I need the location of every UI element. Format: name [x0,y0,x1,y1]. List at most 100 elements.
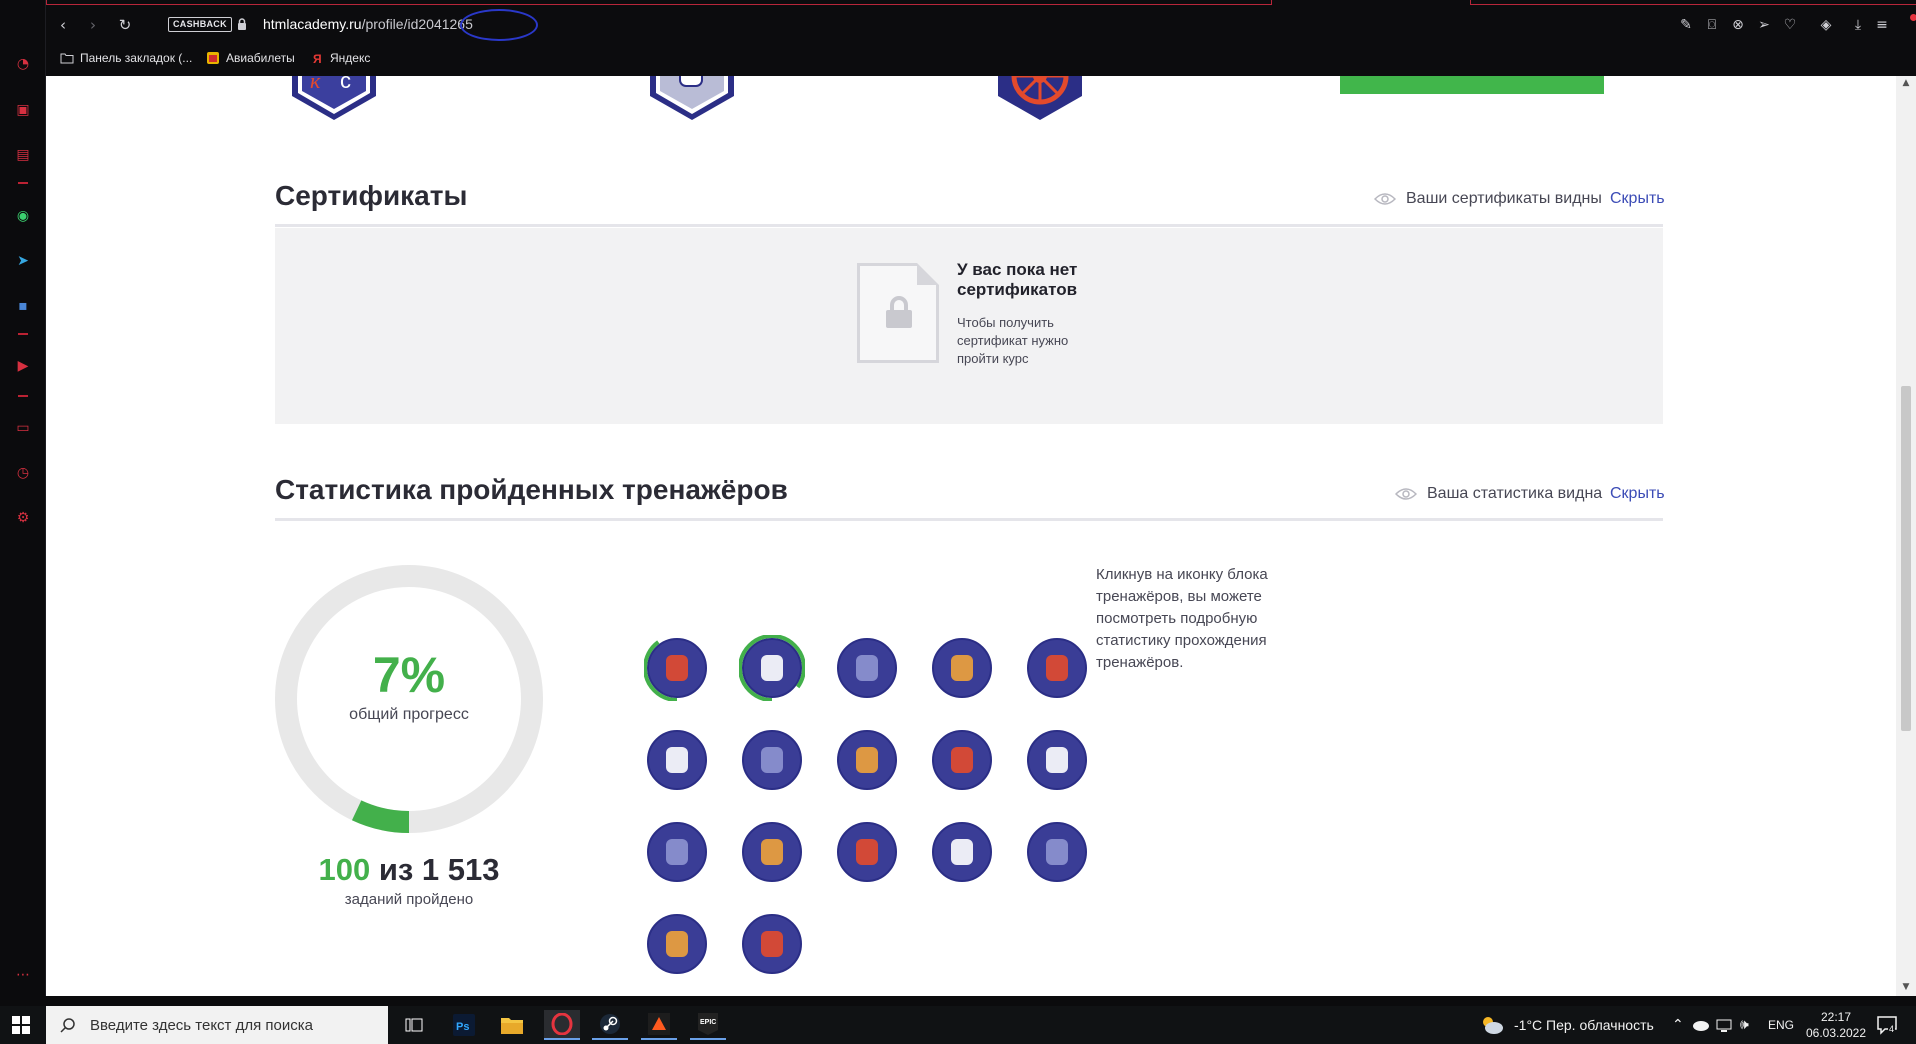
no-certificates-title: У вас пока нет сертификатов [957,260,1078,299]
tasks-separator: из [370,852,422,887]
weather-text[interactable]: -1°C Пер. облачность [1514,1017,1654,1033]
scroll-thumb[interactable] [1901,386,1911,731]
page-scrollbar[interactable]: ▲ ▼ [1896,76,1916,996]
send-icon[interactable]: ➢ [1754,15,1774,35]
steam-icon[interactable] [592,1010,628,1040]
tasks-total: 1 513 [421,852,500,887]
address-bar[interactable]: htmlacademy.ru/profile/id2041265 [263,16,473,32]
file-explorer-icon[interactable] [494,1010,530,1040]
trainer-php-clapper-icon[interactable] [929,635,995,701]
trainer-remote-control-icon[interactable] [929,819,995,885]
windows-taskbar: Введите здесь текст для поиска Ps EPIC -… [0,1006,1916,1044]
url-path: /profile/id2041265 [361,16,473,32]
heart-icon[interactable]: ♡ [1780,15,1800,35]
flow-icon[interactable]: ▭ [12,417,34,439]
trainer-field-icon[interactable] [834,727,900,793]
twitch-icon[interactable]: ▤ [12,144,34,166]
certificates-title: Сертификаты [275,180,468,211]
adblock-icon[interactable]: ⊗ [1728,15,1748,35]
telegram-icon[interactable]: ➤ [12,250,34,272]
photoshop-icon[interactable]: Ps [446,1010,482,1040]
notification-count: 4 [1888,1024,1896,1034]
trainer-fox-icon[interactable] [739,727,805,793]
weather-icon[interactable] [1480,1015,1504,1035]
extensions-cube-icon[interactable]: ◈ [1816,15,1836,35]
camera-icon[interactable]: ⌼ [1702,15,1722,35]
back-arrow-icon[interactable]: ‹ [52,14,74,36]
menu-icon[interactable]: ≡ [1872,15,1892,35]
tab-strip-outline [1470,0,1916,5]
trainer-traffic-light-icon[interactable] [644,635,710,701]
no-certificates-hint: Чтобы получить сертификат нужно пройти к… [957,315,1069,366]
edit-icon[interactable]: ✎ [1676,15,1696,35]
shopping-bag-icon[interactable]: ▣ [12,99,34,121]
svg-text:EPIC: EPIC [700,1019,716,1026]
more-dots-icon[interactable]: ⋯ [12,964,34,986]
trainer-anvil-icon[interactable] [1024,727,1090,793]
stats-hide-link[interactable]: Скрыть [1610,485,1665,503]
certificates-hide-link[interactable]: Скрыть [1610,190,1665,208]
sidebar-divider [18,333,28,335]
bookmark-avia[interactable]: Авиабилеты [206,50,295,66]
player-icon[interactable]: ▶ [12,355,34,377]
trainer-rubik-cube-icon[interactable] [834,819,900,885]
trainer-robot-head-icon[interactable] [1024,635,1090,701]
whatsapp-icon[interactable]: ◉ [12,205,34,227]
browser-toolbar: ‹ › ↻ CASHBACK htmlacademy.ru/profile/id… [46,0,1916,76]
notification-center-icon[interactable]: 4 [1876,1014,1898,1036]
bookmark-folder[interactable]: Панель закладок (... [60,50,192,66]
clock-time: 22:17 [1820,1010,1852,1024]
eye-icon [1395,488,1417,500]
trainer-hand-icon[interactable] [739,635,805,701]
trainer-orbit-icon[interactable] [1024,819,1090,885]
download-notification-dot [1910,14,1916,21]
badge-hand-icon [650,76,734,120]
speed-dial-icon[interactable]: ◔ [12,53,34,75]
tasks-label: заданий пройдено [344,891,474,908]
language-indicator[interactable]: ENG [1768,1018,1794,1032]
reload-icon[interactable]: ↻ [114,14,136,36]
stats-divider [275,518,1663,521]
trainer-clock-dots-icon[interactable] [739,819,805,885]
windows-start-icon[interactable] [12,1016,30,1034]
onedrive-cloud-icon[interactable] [1692,1019,1710,1031]
clock-date: 06.03.2022 [1805,1026,1867,1040]
svg-text:Я: Я [313,52,322,64]
lock-icon[interactable] [236,18,248,30]
system-clock[interactable]: 22:17 06.03.2022 [1804,1009,1868,1041]
game-launcher-icon[interactable] [641,1010,677,1040]
trainer-fox-cup-icon[interactable] [644,819,710,885]
forward-arrow-icon[interactable]: › [82,14,104,36]
scroll-up-arrow-icon[interactable]: ▲ [1900,78,1912,88]
vk-icon[interactable]: ▪ [12,295,34,317]
stats-visibility: Ваша статистика видна [1395,485,1602,503]
padlock-icon [886,296,912,328]
certificates-visibility: Ваши сертификаты видны [1374,190,1602,208]
tray-chevron-icon[interactable]: ⌃ [1672,1017,1684,1033]
history-icon[interactable]: ◷ [12,462,34,484]
progress-label: общий прогресс [349,706,469,723]
bookmark-yandex[interactable]: Я Яндекс [310,50,370,66]
badge-kc-icon: к с [292,76,376,120]
scroll-down-arrow-icon[interactable]: ▼ [1900,982,1912,992]
trainer-spinning-top-icon[interactable] [834,635,900,701]
trainer-chainsaw-icon[interactable] [644,911,710,977]
trainer-letter-t-icon[interactable] [739,911,805,977]
taskbar-search[interactable]: Введите здесь текст для поиска [46,1006,388,1044]
sidebar-divider [18,182,28,184]
network-icon[interactable] [1716,1017,1732,1033]
cashback-badge[interactable]: CASHBACK [168,17,232,32]
volume-icon[interactable]: 🕪 [1740,1017,1749,1033]
opera-taskbar-icon[interactable] [544,1010,580,1040]
epic-games-icon[interactable]: EPIC [690,1010,726,1040]
sidebar-divider [18,395,28,397]
badge-wheel-icon [998,76,1082,120]
certificates-visibility-text: Ваши сертификаты видны [1406,190,1602,207]
certificates-panel: У вас пока нет сертификатов Чтобы получи… [275,228,1663,424]
download-icon[interactable]: ⤓ [1848,15,1868,35]
task-view-icon[interactable] [396,1010,432,1040]
green-action-button[interactable] [1340,76,1604,94]
settings-gear-icon[interactable]: ⚙ [12,507,34,529]
trainer-braces-icon[interactable] [644,727,710,793]
trainer-paint-brush-icon[interactable] [929,727,995,793]
